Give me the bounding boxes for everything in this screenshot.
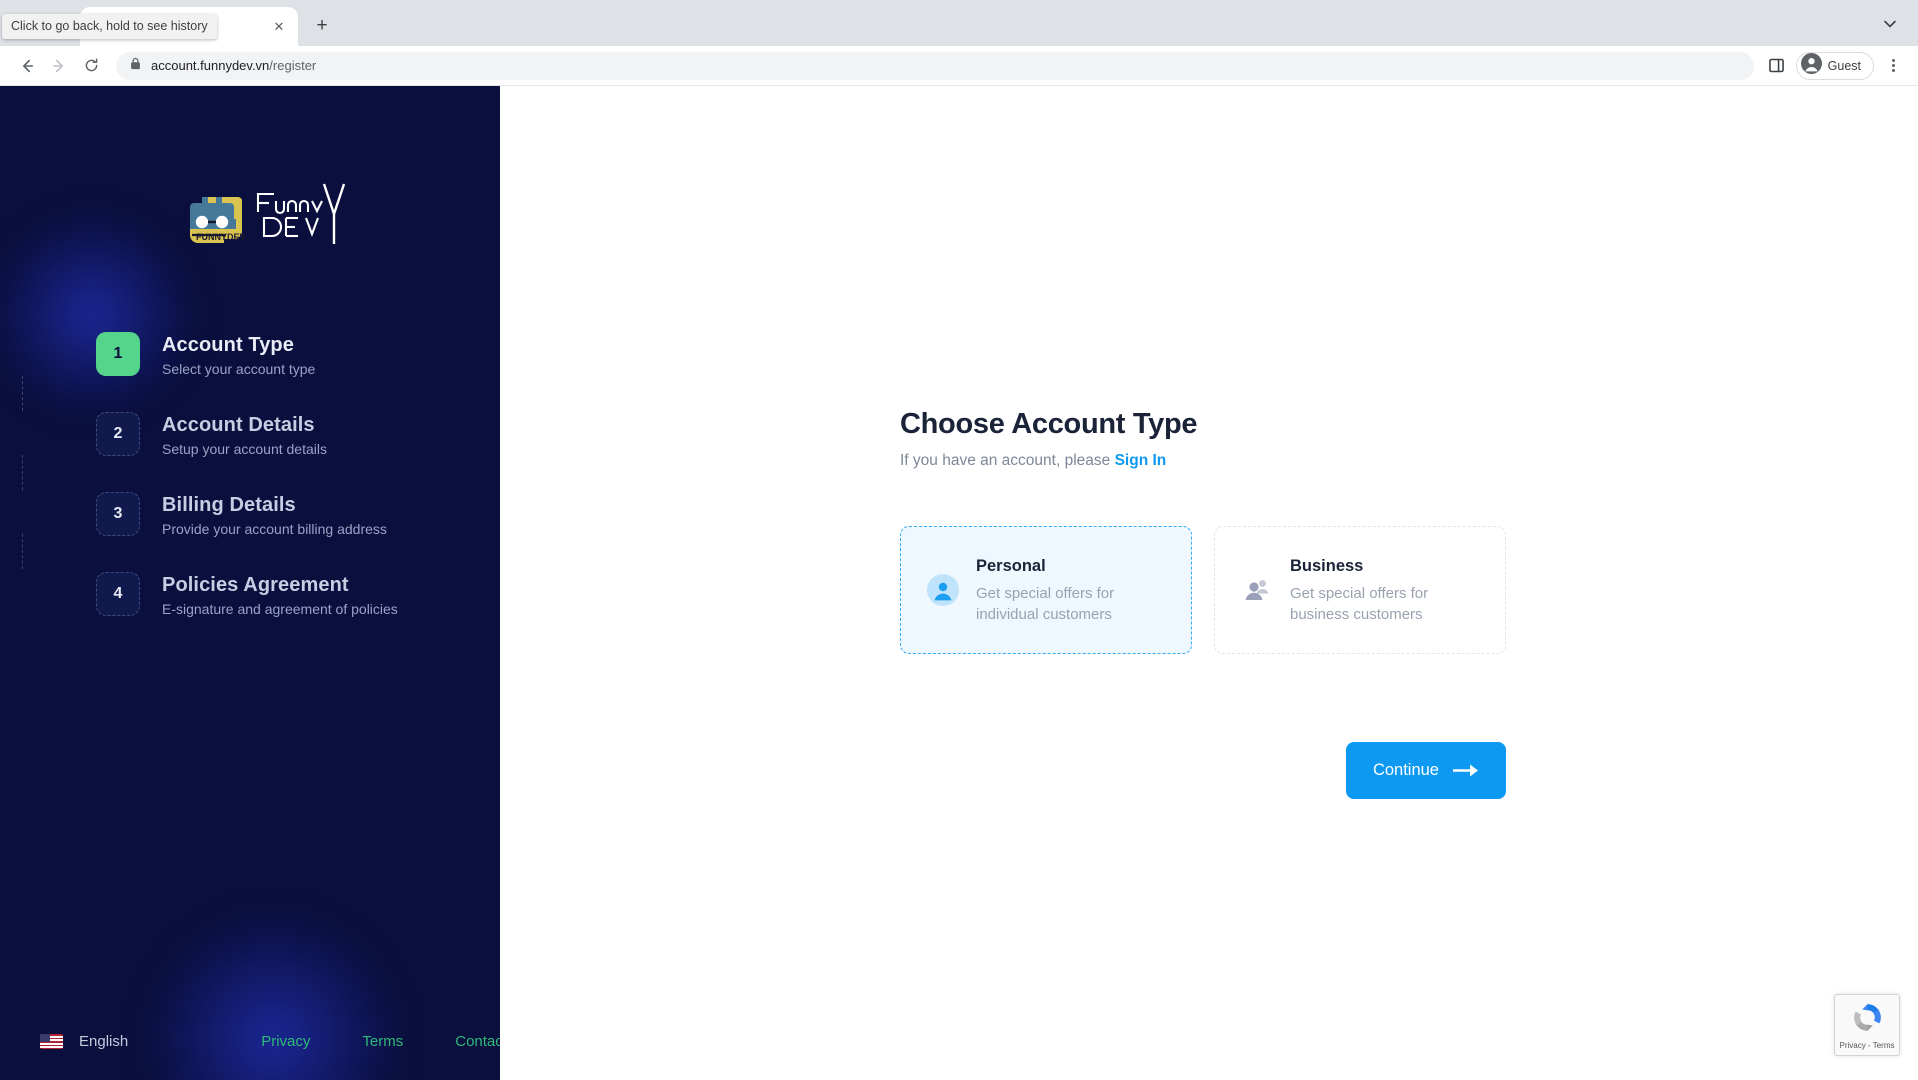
registration-sidebar: FUNNYDEV 1 Account Type Select your acco… <box>0 86 500 1080</box>
forward-arrow-icon[interactable] <box>44 51 74 81</box>
us-flag-icon <box>40 1034 63 1049</box>
person-icon <box>927 574 959 606</box>
registration-stepper: 1 Account Type Select your account type … <box>0 332 500 617</box>
step-subtitle: Provide your account billing address <box>162 521 387 537</box>
registration-main: Choose Account Type If you have an accou… <box>500 86 1918 1080</box>
language-label: English <box>79 1033 129 1050</box>
browser-toolbar: account.funnydev.vn/register Guest <box>0 46 1918 86</box>
page-subtitle: If you have an account, please Sign In <box>900 452 1506 470</box>
account-type-panel: Choose Account Type If you have an accou… <box>900 408 1506 799</box>
footer-link-terms[interactable]: Terms <box>362 1033 403 1050</box>
step-title: Policies Agreement <box>162 574 349 596</box>
step-subtitle: Select your account type <box>162 361 316 377</box>
back-arrow-icon[interactable] <box>12 51 42 81</box>
side-panel-icon[interactable] <box>1764 53 1790 79</box>
step-subtitle: Setup your account details <box>162 441 327 457</box>
brand-logo[interactable]: FUNNYDEV <box>0 86 500 252</box>
funnydev-mascot-icon: FUNNYDEV <box>190 197 246 243</box>
funnydev-wordmark-icon <box>256 183 346 244</box>
arrow-right-icon <box>1453 764 1479 777</box>
card-description: Get special offers for business customer… <box>1290 584 1429 623</box>
step-item-billing-details[interactable]: 3 Billing Details Provide your account b… <box>96 492 500 537</box>
step-subtitle: E-signature and agreement of policies <box>162 601 398 617</box>
profile-button[interactable]: Guest <box>1795 51 1874 80</box>
step-item-policies-agreement[interactable]: 4 Policies Agreement E-signature and agr… <box>96 572 500 617</box>
browser-window: ount On Funny De ✕ + Click to go back, h… <box>0 0 1918 1080</box>
reload-icon[interactable] <box>76 51 106 81</box>
sidebar-footer: English Privacy Terms Contact <box>0 1033 500 1080</box>
people-icon <box>1241 574 1273 606</box>
tab-strip: ount On Funny De ✕ + Click to go back, h… <box>0 0 1918 46</box>
step-badge: 4 <box>96 572 140 616</box>
card-title: Personal <box>976 556 1046 575</box>
step-badge: 3 <box>96 492 140 536</box>
step-badge: 1 <box>96 332 140 376</box>
card-description: Get special offers for individual custom… <box>976 584 1115 623</box>
lock-icon <box>130 57 141 75</box>
footer-links: Privacy Terms Contact <box>261 1033 500 1050</box>
card-title: Business <box>1290 556 1364 575</box>
account-type-cards: Personal Get special offers for individu… <box>900 526 1506 654</box>
page-subtitle-text: If you have an account, please <box>900 452 1115 469</box>
step-title: Account Details <box>162 414 315 436</box>
step-item-account-details[interactable]: 2 Account Details Setup your account det… <box>96 412 500 457</box>
recaptcha-badge[interactable]: Privacy - Terms <box>1834 994 1900 1056</box>
continue-button-label: Continue <box>1372 761 1439 779</box>
sign-in-link[interactable]: Sign In <box>1115 452 1167 469</box>
account-type-card-business[interactable]: Business Get special offers for business… <box>1214 526 1506 654</box>
recaptcha-label: Privacy - Terms <box>1839 1040 1895 1050</box>
footer-link-privacy[interactable]: Privacy <box>261 1033 310 1050</box>
page-viewport: FUNNYDEV 1 Account Type Select your acco… <box>0 86 1918 1080</box>
svg-text:FUNNYDEV: FUNNYDEV <box>196 232 246 242</box>
chevron-down-icon[interactable] <box>1876 10 1904 38</box>
continue-button[interactable]: Continue <box>1345 742 1506 799</box>
continue-row: Continue <box>900 742 1506 799</box>
kebab-menu-icon[interactable] <box>1880 53 1906 79</box>
language-selector[interactable]: English <box>40 1033 128 1050</box>
new-tab-button[interactable]: + <box>308 12 336 40</box>
page-title: Choose Account Type <box>900 408 1198 440</box>
back-button-tooltip: Click to go back, hold to see history <box>2 14 217 39</box>
step-title: Billing Details <box>162 494 296 516</box>
account-type-card-personal[interactable]: Personal Get special offers for individu… <box>900 526 1192 654</box>
recaptcha-logo-icon <box>1851 1001 1884 1039</box>
address-bar[interactable]: account.funnydev.vn/register <box>116 51 1754 80</box>
footer-link-contact[interactable]: Contact <box>455 1033 500 1050</box>
step-title: Account Type <box>162 334 294 356</box>
url-domain: account.funnydev.vn <box>151 58 270 73</box>
toolbar-right-cluster: Guest <box>1764 51 1906 80</box>
step-badge: 2 <box>96 412 140 456</box>
url-text: account.funnydev.vn/register <box>151 58 316 73</box>
close-icon[interactable]: ✕ <box>270 18 288 36</box>
step-item-account-type[interactable]: 1 Account Type Select your account type <box>96 332 500 377</box>
profile-label: Guest <box>1827 58 1861 73</box>
avatar-icon <box>1800 52 1822 79</box>
url-path: /register <box>269 58 317 73</box>
